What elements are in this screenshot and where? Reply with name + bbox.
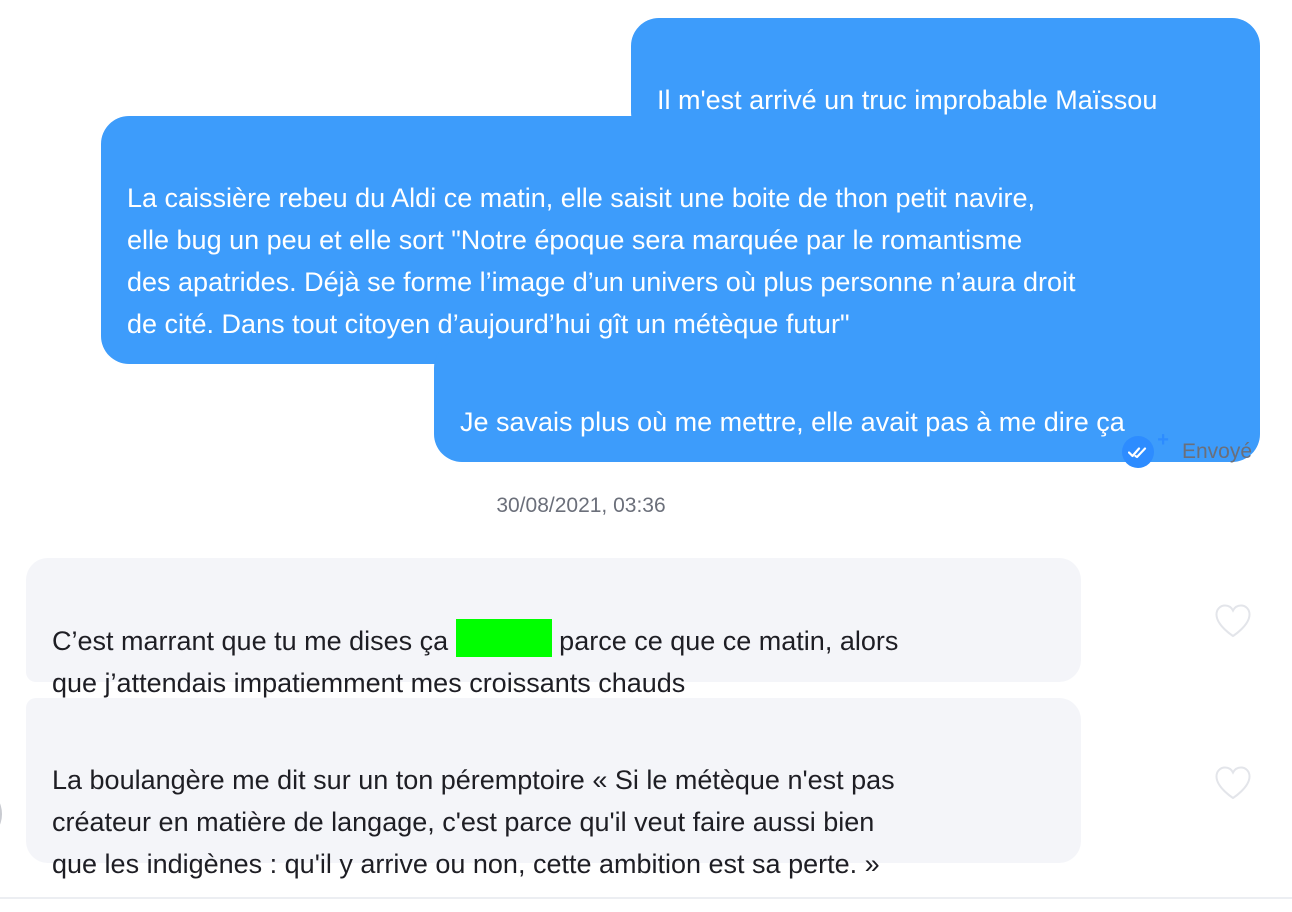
message-text: Il m'est arrivé un truc improbable Maïss…	[657, 85, 1158, 115]
status-label: Envoyé	[1181, 440, 1252, 463]
message-text-before: C’est marrant que tu me dises ça	[52, 626, 456, 656]
sent-message-bubble[interactable]: La caissière rebeu du Aldi ce matin, ell…	[101, 116, 1260, 364]
divider	[0, 897, 1292, 899]
plus-icon: +	[1157, 429, 1169, 451]
heart-icon[interactable]	[1214, 765, 1252, 801]
double-check-icon: +	[1121, 430, 1169, 468]
message-timestamp: 30/08/2021, 03:36	[496, 494, 666, 517]
message-text: La caissière rebeu du Aldi ce matin, ell…	[127, 183, 1076, 339]
redaction-block	[455, 619, 552, 657]
delivery-status: + Envoyé	[1121, 430, 1252, 468]
message-text: La boulangère me dit sur un ton pérempto…	[52, 765, 895, 879]
chat-thread: Il m'est arrivé un truc improbable Maïss…	[0, 0, 1292, 912]
received-message-bubble[interactable]: La boulangère me dit sur un ton pérempto…	[26, 698, 1081, 879]
avatar-edge	[0, 792, 2, 836]
received-message-bubble[interactable]: C’est marrant que tu me dises ça parce c…	[26, 558, 1081, 698]
message-text: Je savais plus où me mettre, elle avait …	[460, 407, 1125, 437]
heart-icon[interactable]	[1214, 603, 1252, 639]
